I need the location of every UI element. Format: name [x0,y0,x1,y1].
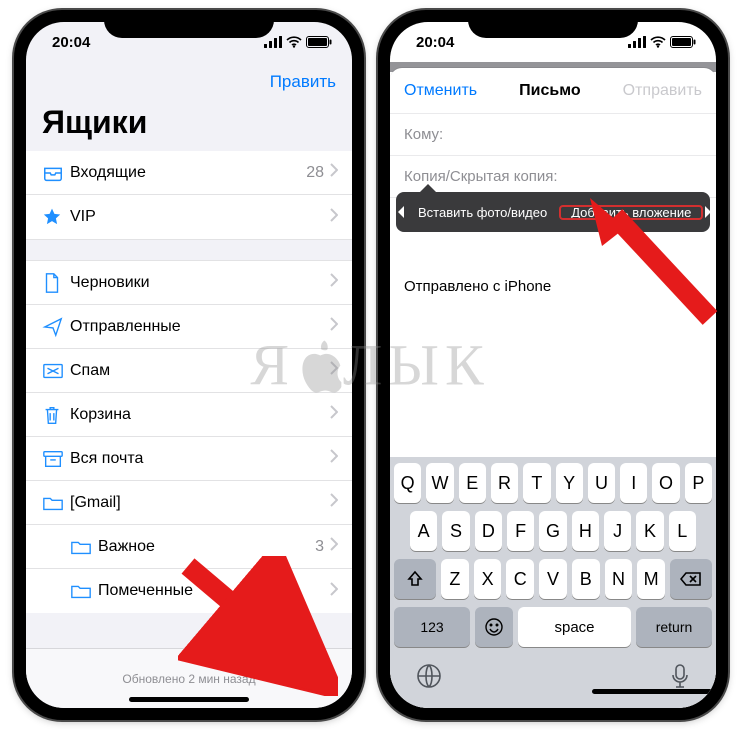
chevron-right-icon [330,273,338,292]
mailbox-count: 28 [306,164,324,182]
mailbox-label: Входящие [70,164,306,182]
status-icons [628,36,696,48]
home-indicator [129,697,249,702]
mailbox-allmail[interactable]: Вся почта [26,437,352,481]
mic-icon[interactable] [670,663,690,689]
spam-icon [42,362,70,380]
numbers-key[interactable]: 123 [394,607,470,647]
mailbox-vip[interactable]: VIP [26,195,352,239]
key-p[interactable]: P [685,463,712,503]
cc-field[interactable]: Копия/Скрытая копия: Вставить фото/видео… [390,156,716,198]
status-time: 20:04 [416,34,454,51]
send-button[interactable]: Отправить [623,82,702,100]
mailbox-drafts[interactable]: Черновики [26,261,352,305]
key-d[interactable]: D [475,511,502,551]
folder-icon [42,494,70,512]
mailbox-list: Входящие 28 VIP [26,151,352,239]
cancel-button[interactable]: Отменить [404,82,477,100]
home-indicator [592,689,712,694]
trash-icon [42,404,70,426]
key-n[interactable]: N [605,559,633,599]
document-icon [42,272,70,294]
star-icon [42,207,70,227]
mailbox-label: Отправленные [70,318,330,336]
keyboard: QWERTYUIOP ASDFGHJKL ZXCVBNM [390,457,716,708]
menu-insert-media[interactable]: Вставить фото/видео [406,205,559,220]
chevron-right-icon [330,208,338,227]
key-s[interactable]: S [442,511,469,551]
menu-prev-button[interactable] [396,192,406,232]
key-w[interactable]: W [426,463,453,503]
mailbox-label: Вся почта [70,450,330,468]
paperplane-icon [42,316,70,338]
mailbox-count: 3 [315,538,324,556]
page-title: Ящики [26,102,352,151]
phone-frame-right: 20:04 Отменить Письмо Отправить [378,10,728,720]
compose-title: Письмо [519,82,580,100]
mailbox-label: [Gmail] [70,494,330,512]
key-h[interactable]: H [572,511,599,551]
key-r[interactable]: R [491,463,518,503]
chevron-right-icon [330,317,338,336]
chevron-right-icon [330,405,338,424]
mailbox-gmail-folder[interactable]: [Gmail] [26,481,352,525]
mailbox-label: Черновики [70,274,330,292]
key-v[interactable]: V [539,559,567,599]
status-icons [264,36,332,48]
chevron-right-icon [330,493,338,512]
chevron-right-icon [330,449,338,468]
key-l[interactable]: L [669,511,696,551]
folder-icon [70,582,98,600]
notch [104,10,274,38]
key-m[interactable]: M [637,559,665,599]
compose-header: Отменить Письмо Отправить [390,68,716,114]
key-g[interactable]: G [539,511,566,551]
globe-icon[interactable] [416,663,442,689]
key-o[interactable]: O [652,463,679,503]
mailbox-spam[interactable]: Спам [26,349,352,393]
section-gap [26,239,352,261]
annotation-arrow-compose [178,556,338,696]
annotation-arrow-attachment [590,198,730,328]
key-i[interactable]: I [620,463,647,503]
key-a[interactable]: A [410,511,437,551]
mailbox-sent[interactable]: Отправленные [26,305,352,349]
to-field[interactable]: Кому: [390,114,716,156]
mailbox-inbox[interactable]: Входящие 28 [26,151,352,195]
emoji-key[interactable] [475,607,513,647]
key-t[interactable]: T [523,463,550,503]
mailbox-label: Важное [98,538,315,556]
key-x[interactable]: X [474,559,502,599]
status-time: 20:04 [52,34,90,51]
archive-icon [42,449,70,469]
key-u[interactable]: U [588,463,615,503]
nav-bar: Править [26,62,352,102]
mailbox-label: VIP [70,208,330,226]
key-f[interactable]: F [507,511,534,551]
to-label: Кому: [404,126,443,143]
mailbox-trash[interactable]: Корзина [26,393,352,437]
key-k[interactable]: K [636,511,663,551]
key-e[interactable]: E [459,463,486,503]
notch [468,10,638,38]
shift-key[interactable] [394,559,436,599]
mailbox-label: Спам [70,362,330,380]
chevron-right-icon [330,361,338,380]
return-key[interactable]: return [636,607,712,647]
folder-icon [70,538,98,556]
backspace-key[interactable] [670,559,712,599]
key-y[interactable]: Y [556,463,583,503]
key-q[interactable]: Q [394,463,421,503]
mailbox-label: Корзина [70,406,330,424]
edit-button[interactable]: Править [270,72,336,92]
key-j[interactable]: J [604,511,631,551]
inbox-icon [42,162,70,184]
key-c[interactable]: C [506,559,534,599]
cc-label: Копия/Скрытая копия: [404,168,558,185]
chevron-right-icon [330,537,338,556]
key-b[interactable]: B [572,559,600,599]
key-z[interactable]: Z [441,559,469,599]
chevron-right-icon [330,163,338,182]
space-key[interactable]: space [518,607,631,647]
